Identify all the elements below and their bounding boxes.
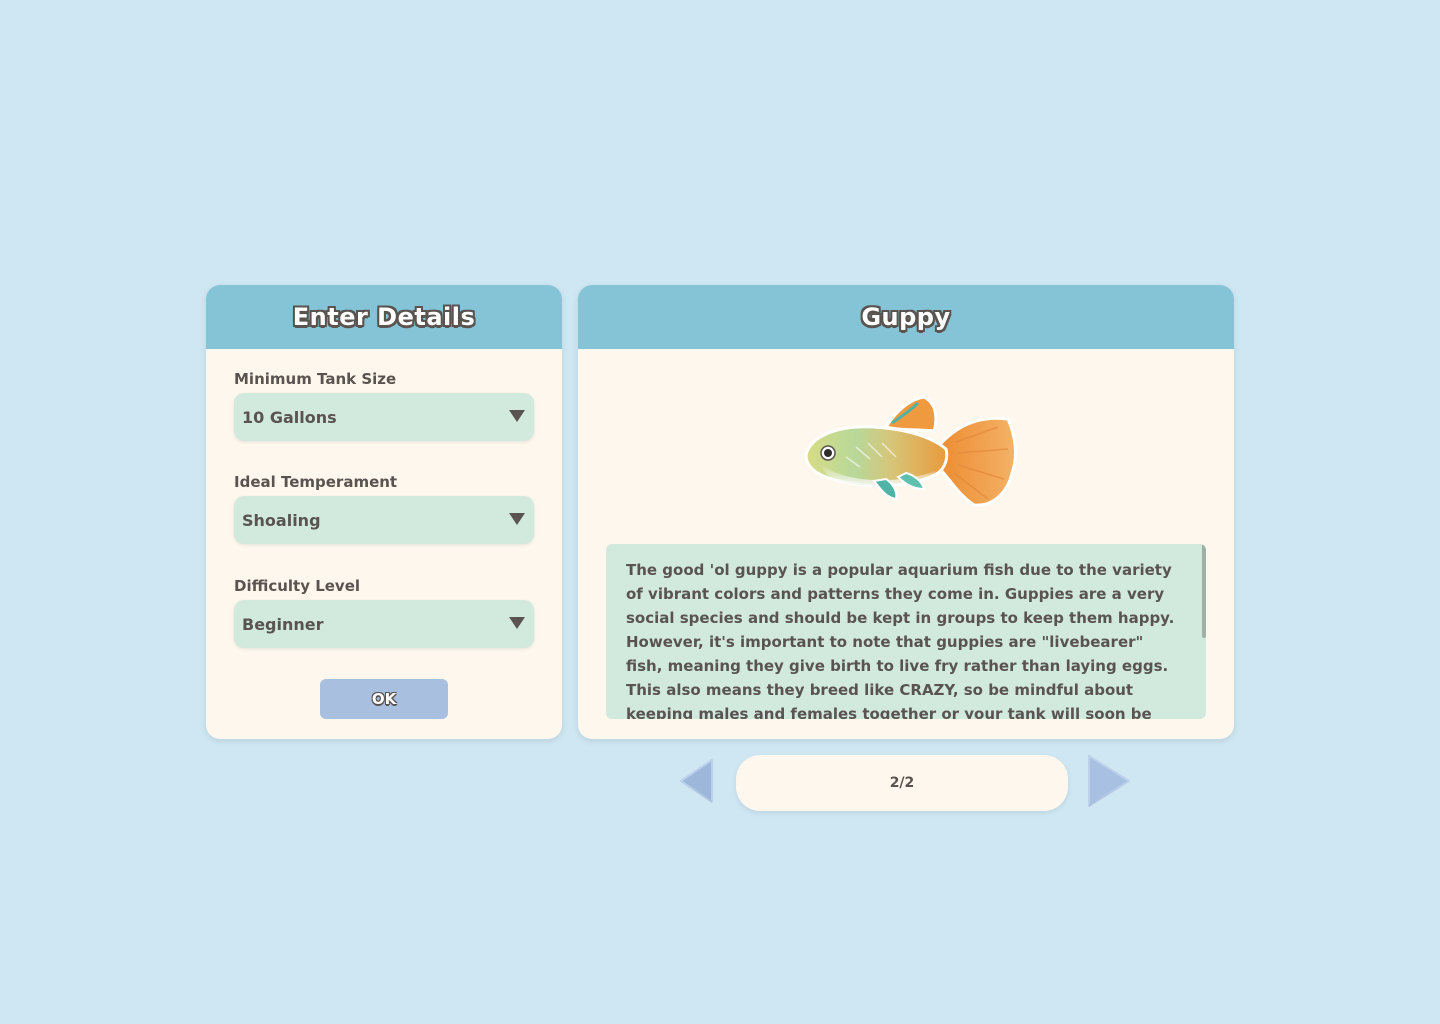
left-arrow-icon <box>680 759 713 803</box>
chevron-down-icon <box>509 617 525 629</box>
ok-button-label: OK <box>371 690 397 708</box>
aquarium-app: Enter Details Minimum Tank Size 10 Gallo… <box>0 0 1440 1024</box>
fish-description-box[interactable]: The good 'ol guppy is a popular aquarium… <box>606 544 1206 719</box>
guppy-image <box>786 387 1026 517</box>
difficulty-value: Beginner <box>242 614 324 634</box>
temperament-value: Shoaling <box>242 510 321 530</box>
tank-size-select[interactable]: 10 Gallons <box>234 393 534 441</box>
prev-page-button[interactable] <box>678 757 716 805</box>
right-arrow-icon <box>1088 755 1130 807</box>
fish-panel-header: Guppy <box>578 285 1234 349</box>
temperament-label: Ideal Temperament <box>234 473 398 491</box>
next-page-button[interactable] <box>1086 753 1132 809</box>
difficulty-select[interactable]: Beginner <box>234 600 534 648</box>
ok-button[interactable]: OK <box>320 679 448 719</box>
details-panel: Enter Details Minimum Tank Size 10 Gallo… <box>206 285 562 739</box>
temperament-select[interactable]: Shoaling <box>234 496 534 544</box>
tank-size-value: 10 Gallons <box>242 407 337 427</box>
fish-description: The good 'ol guppy is a popular aquarium… <box>626 561 1175 719</box>
difficulty-label: Difficulty Level <box>234 577 361 595</box>
fish-name-title: Guppy <box>861 303 951 331</box>
page-indicator-text: 2/2 <box>889 775 915 791</box>
description-scrollbar[interactable] <box>1202 544 1206 638</box>
chevron-down-icon <box>509 410 525 422</box>
chevron-down-icon <box>509 513 525 525</box>
details-panel-header: Enter Details <box>206 285 562 349</box>
page-indicator: 2/2 <box>736 755 1068 811</box>
tank-size-label: Minimum Tank Size <box>234 370 397 388</box>
details-panel-title: Enter Details <box>292 303 476 331</box>
fish-info-panel: Guppy The good 'ol guppy is a popular aq… <box>578 285 1234 739</box>
